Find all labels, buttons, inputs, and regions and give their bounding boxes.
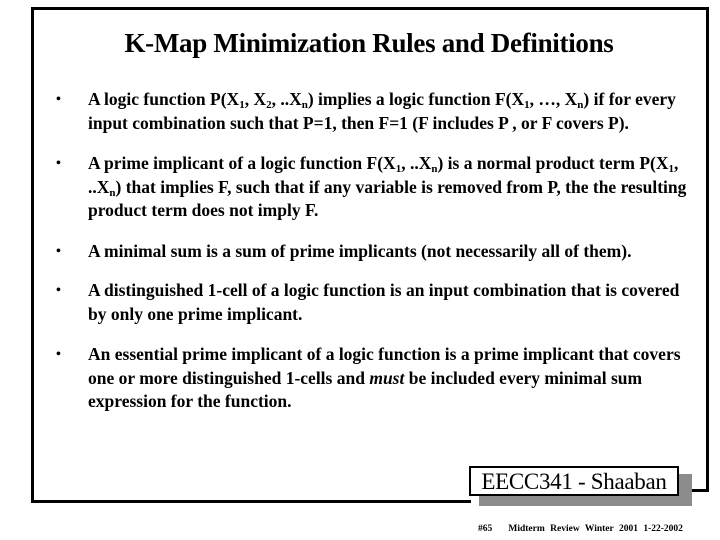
footer-subtitle: #65 Midterm Review Winter 2001 1-22-2002 <box>478 524 683 534</box>
slide-title: K-Map Minimization Rules and Definitions <box>124 28 614 58</box>
bullet-text: A minimal sum is a sum of prime implican… <box>88 240 632 261</box>
emphasis-must: must <box>369 367 405 388</box>
footer-course-label: EECC341 - Shaaban <box>469 466 679 496</box>
bullet-text: A distinguished 1-cell of a logic functi… <box>88 280 680 324</box>
bullet-dot-icon: • <box>56 243 61 259</box>
bullet-text: An essential prime implicant of a logic … <box>88 344 681 411</box>
bullet-prime-implicant-definition: • A prime implicant of a logic function … <box>56 152 696 223</box>
slide-number: #65 <box>478 524 493 534</box>
frame-left-border <box>31 7 34 503</box>
bullet-implies-definition: • A logic function P(X1, X2, ..Xn) impli… <box>56 88 696 135</box>
bullet-list: • A logic function P(X1, X2, ..Xn) impli… <box>56 88 696 431</box>
bullet-dot-icon: • <box>56 347 61 362</box>
bullet-dot-icon: • <box>56 283 61 298</box>
bullet-dot-icon: • <box>56 92 61 107</box>
footer-review-info: Midterm Review Winter 2001 1-22-2002 <box>508 524 683 534</box>
frame-right-border <box>706 7 709 492</box>
bullet-distinguished-cell-definition: • A distinguished 1-cell of a logic func… <box>56 279 696 326</box>
bullet-minimal-sum-definition: • A minimal sum is a sum of prime implic… <box>56 240 696 264</box>
bullet-essential-prime-implicant-definition: • An essential prime implicant of a logi… <box>56 343 696 414</box>
frame-bottom-border-right <box>690 489 709 492</box>
bullet-dot-icon: • <box>56 156 61 171</box>
frame-bottom-border-left <box>31 500 471 503</box>
bullet-text: A logic function P(X1, X2, ..Xn) implies… <box>88 89 676 133</box>
bullet-text: A prime implicant of a logic function F(… <box>88 153 687 220</box>
frame-top-border <box>31 7 709 10</box>
